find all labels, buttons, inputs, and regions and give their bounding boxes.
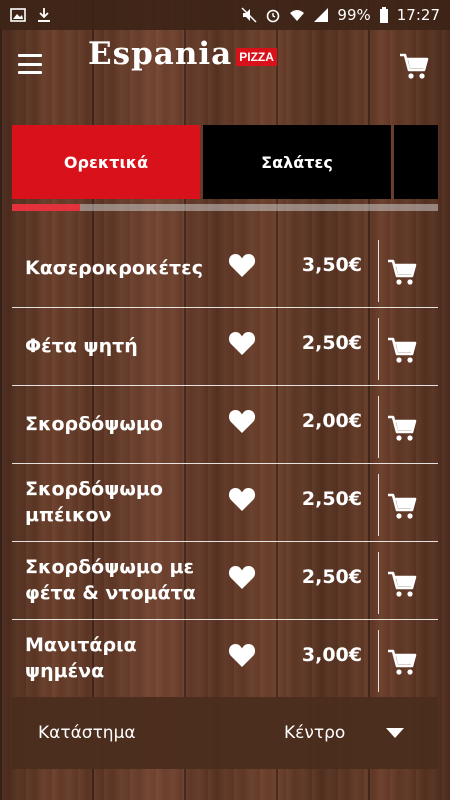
divider [378,240,379,302]
app-logo: Espania PIZZA [88,36,277,72]
logo-badge: PIZZA [236,48,277,66]
heart-icon[interactable] [228,642,256,668]
wifi-icon [290,10,305,21]
item-price: 3,50€ [301,254,362,276]
heart-icon[interactable] [228,564,256,590]
item-price: 2,00€ [301,410,362,432]
store-label: Κατάστημα [38,723,136,743]
item-name: Σκορδόψωμο μπέικον [25,478,163,526]
battery-percent: 99% [337,6,371,24]
add-to-cart-icon[interactable] [386,490,418,522]
list-item[interactable]: Σκορδόψωμο 2,00€ [12,386,438,464]
heart-icon[interactable] [228,252,256,278]
add-to-cart-icon[interactable] [386,568,418,600]
shopping-cart-icon[interactable] [398,50,430,82]
tab-scroll-indicator [12,204,438,211]
alarm-icon [267,9,280,23]
divider [378,552,379,614]
tab-next[interactable] [394,125,438,199]
add-to-cart-icon[interactable] [386,256,418,288]
mute-icon [241,7,257,23]
logo-text: Espania [88,36,233,72]
item-name: Σκορδόψωμο [25,413,163,436]
divider [378,630,379,692]
tab-salads[interactable]: Σαλάτες [203,125,391,199]
caret-down-icon[interactable] [386,728,404,738]
item-price: 2,50€ [301,566,362,588]
tab-scroll-indicator-fill [12,204,81,211]
app-bar: Espania PIZZA [0,30,450,100]
battery-icon [379,7,388,23]
image-notification-icon [10,8,26,22]
item-price: 3,00€ [301,644,362,666]
list-item[interactable]: Σκορδόψωμο με φέτα & ντομάτα 2,50€ [12,542,438,620]
heart-icon[interactable] [228,330,256,356]
list-item[interactable]: Κασεροκροκέτες 3,50€ [12,230,438,308]
item-name: Κασεροκροκέτες [25,257,203,280]
add-to-cart-icon[interactable] [386,412,418,444]
clock-time: 17:27 [396,6,440,24]
item-name: Μανιτάρια ψημένα [25,634,137,682]
add-to-cart-icon[interactable] [386,646,418,678]
item-price: 2,50€ [301,332,362,354]
menu-list: Κασεροκροκέτες 3,50€ Φέτα ψητή 2,50€ Σκο… [12,230,438,698]
download-icon [38,8,50,22]
divider [378,474,379,536]
list-item[interactable]: Σκορδόψωμο μπέικον 2,50€ [12,464,438,542]
heart-icon[interactable] [228,408,256,434]
list-item[interactable]: Φέτα ψητή 2,50€ [12,308,438,386]
store-value[interactable]: Κέντρο [284,723,345,743]
item-name: Φέτα ψητή [25,335,138,358]
item-name: Σκορδόψωμο με φέτα & ντομάτα [25,556,196,604]
signal-icon [314,8,329,22]
item-price: 2,50€ [301,488,362,510]
divider [378,396,379,458]
hamburger-menu-icon[interactable] [18,54,42,74]
heart-icon[interactable] [228,486,256,512]
divider [378,318,379,380]
add-to-cart-icon[interactable] [386,334,418,366]
store-selector[interactable]: Κατάστημα Κέντρο [12,697,438,769]
status-bar: 99% 17:27 [0,0,450,30]
tab-appetizers[interactable]: Ορεκτικά [12,125,200,199]
list-item[interactable]: Μανιτάρια ψημένα 3,00€ [12,620,438,698]
category-tabs: Ορεκτικά Σαλάτες [12,125,438,199]
